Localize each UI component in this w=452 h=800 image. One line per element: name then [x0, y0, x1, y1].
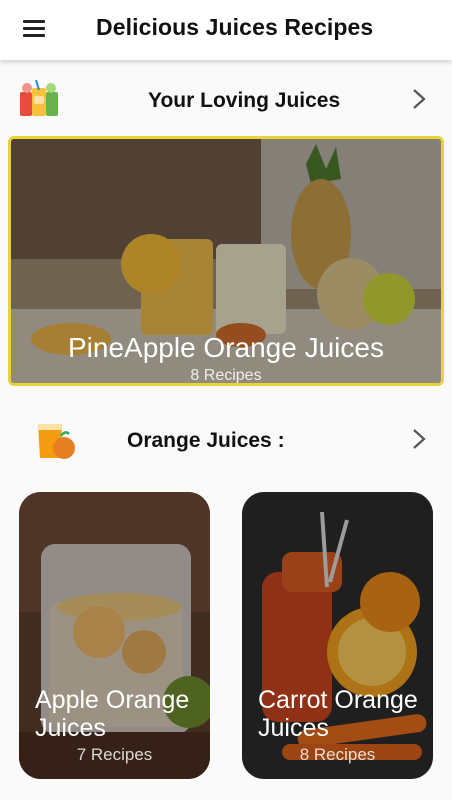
recipe-card-apple-orange[interactable]: Apple Orange Juices 7 Recipes: [19, 492, 210, 779]
chevron-right-icon[interactable]: [412, 428, 426, 450]
recipe-card-count: 8 Recipes: [299, 745, 376, 764]
mixed-juices-icon: [20, 79, 58, 116]
recipe-card-title: Carrot Orange Juices: [258, 686, 418, 742]
section-title: Your Loving Juices: [148, 89, 341, 112]
menu-button[interactable]: [14, 14, 58, 44]
recipe-card-count: 7 Recipes: [76, 745, 153, 764]
section-header-loving-juices[interactable]: Your Loving Juices: [0, 72, 452, 128]
featured-recipe-title: PineApple Orange Juices: [68, 332, 384, 363]
featured-recipe-count: 8 Recipes: [190, 367, 262, 384]
hamburger-menu-icon: [23, 20, 45, 23]
recipe-card-title: Apple Orange Juices: [35, 686, 190, 742]
recipe-card-carrot-orange[interactable]: Carrot Orange Juices 8 Recipes: [242, 492, 433, 779]
chevron-right-icon[interactable]: [412, 88, 426, 110]
hamburger-menu-icon-line: [23, 34, 45, 37]
hamburger-menu-icon-line: [23, 27, 45, 30]
app-title: Delicious Juices Recipes: [96, 14, 374, 40]
orange-juice-glass-icon: [38, 424, 75, 459]
featured-recipe-card[interactable]: PineApple Orange Juices 8 Recipes: [8, 136, 444, 386]
app-bar: Delicious Juices Recipes: [0, 0, 452, 60]
section-title: Orange Juices :: [127, 429, 285, 452]
section-header-orange-juices[interactable]: Orange Juices :: [0, 412, 452, 468]
